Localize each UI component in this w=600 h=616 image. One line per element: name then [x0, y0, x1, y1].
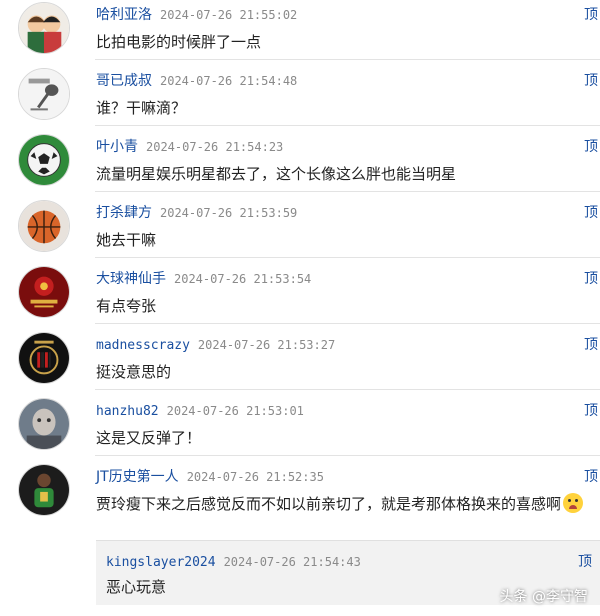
username[interactable]: 打杀肆方 [96, 205, 152, 221]
reply-upvote-button[interactable]: 顶 [578, 551, 600, 571]
basketball-avatar[interactable] [18, 200, 70, 252]
reply-timestamp: 2024-07-26 21:54:43 [223, 555, 361, 569]
watermark: 头条 @李守智 [499, 589, 588, 605]
comment-item: 大球神仙手 2024-07-26 21:53:54 顶 有点夸张 [0, 258, 600, 324]
upvote-button[interactable]: 顶 [584, 334, 600, 354]
red-badge-avatar[interactable] [18, 266, 70, 318]
comment-text: 比拍电影的时候胖了一点 [96, 33, 262, 51]
comment-text: 流量明星娱乐明星都去了，这个长像这么胖也能当明星 [96, 165, 457, 183]
comment-text: 有点夸张 [96, 297, 157, 315]
comment-text: 这是又反弹了！ [96, 429, 202, 447]
username[interactable]: 叶小青 [96, 139, 138, 155]
timestamp: 2024-07-26 21:53:27 [197, 338, 336, 352]
timestamp: 2024-07-26 21:53:01 [166, 404, 304, 418]
portrait-avatar[interactable] [18, 398, 70, 450]
comment-item: madnesscrazy 2024-07-26 21:53:27 顶 挺没意思的 [0, 324, 600, 390]
timestamp: 2024-07-26 21:54:48 [160, 74, 298, 88]
comment-item: 打杀肆方 2024-07-26 21:53:59 顶 她去干嘛 [0, 192, 600, 258]
username[interactable]: 大球神仙手 [96, 271, 166, 287]
username[interactable]: madnesscrazy [96, 338, 190, 353]
comment-item: hanzhu82 2024-07-26 21:53:01 顶 这是又反弹了！ [0, 390, 600, 456]
username[interactable]: JT历史第一人 [96, 469, 179, 485]
comment-item: 哈利亚洛 2024-07-26 21:55:02 顶 比拍电影的时候胖了一点 [0, 0, 600, 60]
microphone-avatar[interactable] [18, 68, 70, 120]
upvote-button[interactable]: 顶 [584, 70, 600, 90]
comment-text: 谁？干嘛滴？ [96, 99, 187, 117]
player-photo-avatar[interactable] [18, 464, 70, 516]
ac-milan-avatar[interactable] [18, 332, 70, 384]
comment-text: 贾玲瘦下来之后感觉反而不如以前亲切了，就是考那体格换来的喜感啊 [96, 493, 584, 514]
timestamp: 2024-07-26 21:54:23 [146, 140, 284, 154]
timestamp: 2024-07-26 21:55:02 [160, 8, 298, 22]
username[interactable]: 哈利亚洛 [96, 7, 152, 23]
reply-username[interactable]: kingslayer2024 [106, 555, 216, 570]
username[interactable]: hanzhu82 [96, 404, 159, 419]
upvote-button[interactable]: 顶 [584, 4, 600, 24]
upvote-button[interactable]: 顶 [584, 400, 600, 420]
comment-text: 她去干嘛 [96, 231, 157, 249]
username[interactable]: 哥已成叔 [96, 73, 152, 89]
comment-item: JT历史第一人 2024-07-26 21:52:35 顶 贾玲瘦下来之后感觉反而… [0, 456, 600, 522]
timestamp: 2024-07-26 21:52:35 [186, 470, 324, 484]
comment-item: 哥已成叔 2024-07-26 21:54:48 顶 谁？干嘛滴？ [0, 60, 600, 126]
cartoon-couple-avatar[interactable] [18, 2, 70, 54]
upvote-button[interactable]: 顶 [584, 466, 600, 486]
comment-text-body: 贾玲瘦下来之后感觉反而不如以前亲切了，就是考那体格换来的喜感啊 [96, 495, 562, 513]
comment-item: 叶小青 2024-07-26 21:54:23 顶 流量明星娱乐明星都去了，这个长… [0, 126, 600, 192]
crying-face-icon [563, 493, 584, 513]
soccer-ball-avatar[interactable] [18, 134, 70, 186]
upvote-button[interactable]: 顶 [584, 136, 600, 156]
comment-text: 挺没意思的 [96, 363, 172, 381]
upvote-button[interactable]: 顶 [584, 202, 600, 222]
timestamp: 2024-07-26 21:53:54 [174, 272, 312, 286]
upvote-button[interactable]: 顶 [584, 268, 600, 288]
reply-text: 恶心玩意 [106, 578, 167, 596]
timestamp: 2024-07-26 21:53:59 [160, 206, 298, 220]
